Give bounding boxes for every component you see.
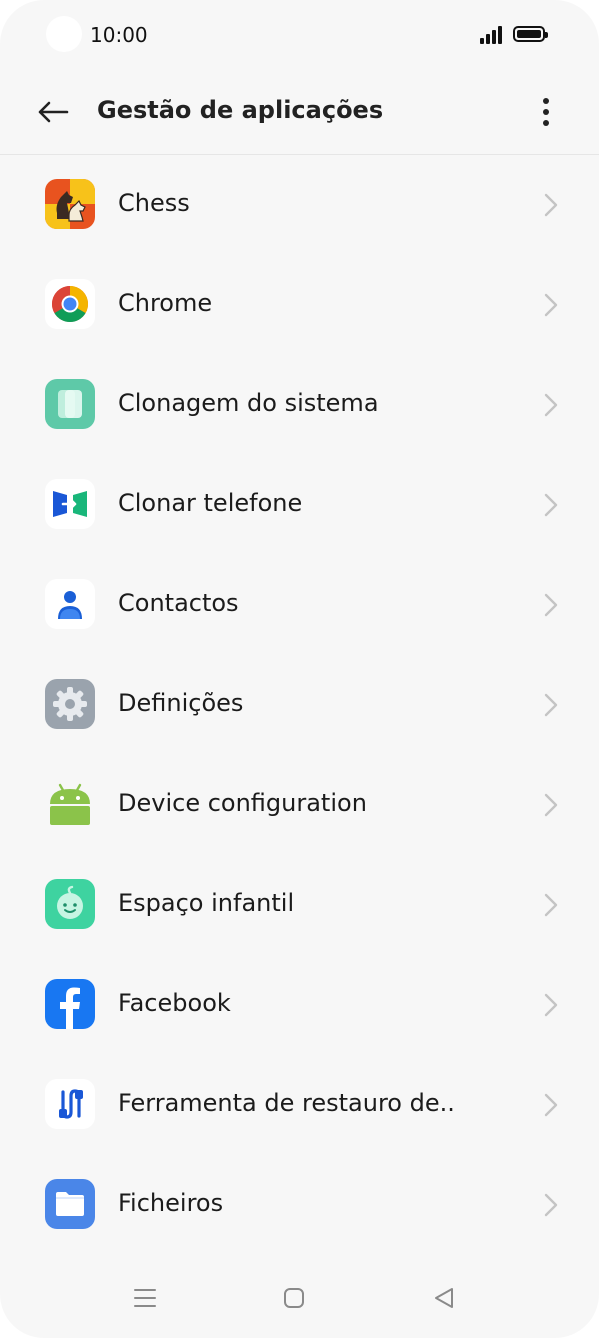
battery-icon xyxy=(513,26,548,42)
kids-space-icon xyxy=(45,879,95,929)
contacts-icon xyxy=(45,579,95,629)
app-row-label: Facebook xyxy=(118,989,231,1017)
page-title: Gestão de aplicações xyxy=(97,96,384,124)
chevron-right-icon xyxy=(544,493,558,517)
app-row-chess[interactable]: Chess xyxy=(0,155,599,255)
phone-screen: 10:00 Gestão de aplicações Chess Chrome … xyxy=(0,0,599,1338)
app-row-label: Contactos xyxy=(118,589,239,617)
home-button[interactable] xyxy=(274,1278,314,1318)
chevron-right-icon xyxy=(544,1193,558,1217)
status-time: 10:00 xyxy=(90,23,148,47)
app-list: Chess Chrome Clonagem do sistema Clonar … xyxy=(0,155,599,1255)
back-button[interactable] xyxy=(30,90,76,134)
signal-icon xyxy=(480,24,506,44)
app-row-label: Ficheiros xyxy=(118,1189,224,1217)
app-row-clonar-telefone[interactable]: Clonar telefone xyxy=(0,455,599,555)
chrome-icon xyxy=(45,279,95,329)
chevron-right-icon xyxy=(544,293,558,317)
app-row-definicoes[interactable]: Definições xyxy=(0,655,599,755)
menu-lines-icon xyxy=(134,1289,156,1307)
nav-back-button[interactable] xyxy=(424,1278,464,1318)
app-row-ferramenta-de-restauro[interactable]: Ferramenta de restauro de.. xyxy=(0,1055,599,1155)
more-vertical-icon xyxy=(543,98,549,126)
chevron-right-icon xyxy=(544,593,558,617)
app-row-label: Chrome xyxy=(118,289,213,317)
files-folder-icon xyxy=(45,1179,95,1229)
navigation-bar xyxy=(0,1262,599,1338)
clone-phone-icon xyxy=(45,479,95,529)
chess-icon xyxy=(45,179,95,229)
app-row-label: Espaço infantil xyxy=(118,889,295,917)
app-row-label: Ferramenta de restauro de.. xyxy=(118,1089,455,1117)
android-icon xyxy=(45,779,95,829)
chevron-right-icon xyxy=(544,893,558,917)
recent-apps-button[interactable] xyxy=(125,1278,165,1318)
chevron-right-icon xyxy=(544,1093,558,1117)
chevron-right-icon xyxy=(544,793,558,817)
app-row-label: Clonagem do sistema xyxy=(118,389,379,417)
app-row-espaco-infantil[interactable]: Espaço infantil xyxy=(0,855,599,955)
restore-tool-icon xyxy=(45,1079,95,1129)
home-square-icon xyxy=(284,1288,304,1308)
facebook-icon xyxy=(45,979,95,1029)
clone-system-icon xyxy=(45,379,95,429)
back-arrow-icon xyxy=(38,101,69,123)
back-triangle-icon xyxy=(435,1288,453,1308)
more-options-button[interactable] xyxy=(526,90,566,134)
app-row-label: Chess xyxy=(118,189,190,217)
camera-cutout xyxy=(46,16,82,52)
chevron-right-icon xyxy=(544,193,558,217)
app-row-contactos[interactable]: Contactos xyxy=(0,555,599,655)
app-row-facebook[interactable]: Facebook xyxy=(0,955,599,1055)
app-row-label: Clonar telefone xyxy=(118,489,303,517)
app-row-chrome[interactable]: Chrome xyxy=(0,255,599,355)
chevron-right-icon xyxy=(544,393,558,417)
app-row-label: Device configuration xyxy=(118,789,367,817)
app-bar: Gestão de aplicações xyxy=(0,70,599,155)
app-row-ficheiros[interactable]: Ficheiros xyxy=(0,1155,599,1255)
chevron-right-icon xyxy=(544,693,558,717)
status-bar: 10:00 xyxy=(0,0,599,70)
settings-gear-icon xyxy=(45,679,95,729)
app-row-clonagem-do-sistema[interactable]: Clonagem do sistema xyxy=(0,355,599,455)
app-row-device-configuration[interactable]: Device configuration xyxy=(0,755,599,855)
chevron-right-icon xyxy=(544,993,558,1017)
app-row-label: Definições xyxy=(118,689,244,717)
